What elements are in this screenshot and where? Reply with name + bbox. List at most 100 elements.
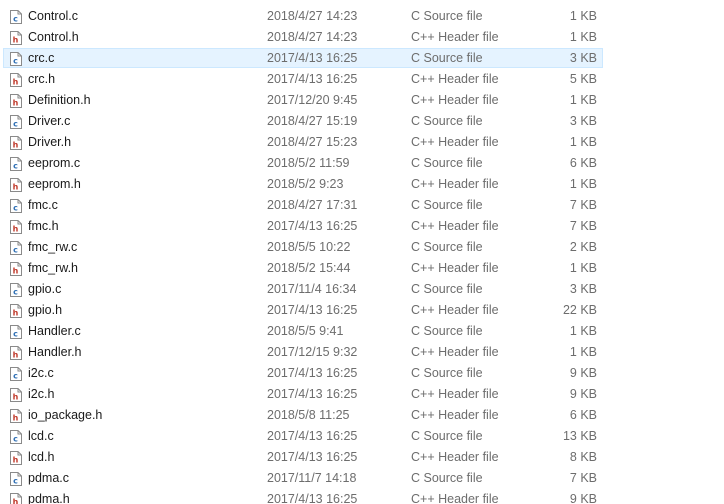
file-date-modified: 2018/5/5 10:22	[267, 240, 351, 254]
file-type: C++ Header file	[411, 261, 499, 275]
file-type: C Source file	[411, 324, 483, 338]
file-row[interactable]: h io_package.h 2018/5/8 11:25 C++ Header fi…	[3, 405, 603, 425]
header-file-icon: h	[10, 136, 22, 150]
file-date-modified: 2017/4/13 16:25	[267, 429, 358, 443]
file-date-modified: 2017/4/13 16:25	[267, 492, 358, 504]
svg-text:c: c	[13, 330, 18, 339]
file-row[interactable]: c eeprom.c 2018/5/2 11:59 C Source file 6 KB	[3, 153, 603, 173]
file-size: 22 KB	[562, 303, 597, 317]
file-date-modified: 2017/4/13 16:25	[267, 366, 358, 380]
file-row[interactable]: h crc.h 2017/4/13 16:25 C++ Header file 5 KB	[3, 69, 603, 89]
file-type: C++ Header file	[411, 387, 499, 401]
header-file-icon: h	[10, 178, 22, 192]
file-type: C Source file	[411, 282, 483, 296]
file-size: 13 KB	[562, 429, 597, 443]
file-row[interactable]: c Control.c 2018/4/27 14:23 C Source file 1 …	[3, 6, 603, 26]
svg-text:h: h	[13, 225, 19, 234]
svg-text:c: c	[13, 372, 18, 381]
c-source-file-icon: c	[10, 10, 22, 24]
file-row[interactable]: h Control.h 2018/4/27 14:23 C++ Header file…	[3, 27, 603, 47]
file-row[interactable]: h Driver.h 2018/4/27 15:23 C++ Header file 1…	[3, 132, 603, 152]
file-row[interactable]: c Handler.c 2018/5/5 9:41 C Source file 1 KB	[3, 321, 603, 341]
file-name: lcd.h	[28, 450, 55, 464]
c-source-file-icon: c	[10, 52, 22, 66]
file-name: fmc_rw.c	[28, 240, 78, 254]
file-name: i2c.h	[28, 387, 55, 401]
file-row[interactable]: h gpio.h 2017/4/13 16:25 C++ Header file 22 …	[3, 300, 603, 320]
file-name: lcd.c	[28, 429, 54, 443]
svg-text:h: h	[13, 183, 19, 192]
file-row[interactable]: h lcd.h 2017/4/13 16:25 C++ Header file 8 KB	[3, 447, 603, 467]
file-row[interactable]: c pdma.c 2017/11/7 14:18 C Source file 7 KB	[3, 468, 603, 488]
file-type: C++ Header file	[411, 30, 499, 44]
header-file-icon: h	[10, 451, 22, 465]
file-date-modified: 2017/4/13 16:25	[267, 303, 358, 317]
c-source-file-icon: c	[10, 283, 22, 297]
file-name: crc.h	[28, 72, 56, 86]
file-name: Control.h	[28, 30, 79, 44]
file-list: c Control.c 2018/4/27 14:23 C Source file 1 …	[0, 0, 724, 504]
file-size: 7 KB	[569, 198, 597, 212]
file-size: 7 KB	[569, 471, 597, 485]
header-file-icon: h	[10, 73, 22, 87]
svg-text:h: h	[13, 141, 19, 150]
file-size: 8 KB	[569, 450, 597, 464]
file-name: fmc_rw.h	[28, 261, 79, 275]
file-size: 9 KB	[569, 366, 597, 380]
svg-text:h: h	[13, 309, 19, 318]
c-source-file-icon: c	[10, 472, 22, 486]
file-type: C++ Header file	[411, 93, 499, 107]
file-date-modified: 2017/4/13 16:25	[267, 387, 358, 401]
file-name: eeprom.c	[28, 156, 81, 170]
svg-text:h: h	[13, 36, 19, 45]
file-type: C++ Header file	[411, 303, 499, 317]
file-type: C++ Header file	[411, 450, 499, 464]
svg-text:c: c	[13, 120, 18, 129]
file-type: C++ Header file	[411, 219, 499, 233]
file-row[interactable]: c fmc.c 2018/4/27 17:31 C Source file 7 KB	[3, 195, 603, 215]
file-size: 6 KB	[569, 156, 597, 170]
c-source-file-icon: c	[10, 325, 22, 339]
file-date-modified: 2017/4/13 16:25	[267, 51, 358, 65]
svg-text:h: h	[13, 414, 19, 423]
file-row[interactable]: h Handler.h 2017/12/15 9:32 C++ Header file…	[3, 342, 603, 362]
file-size: 3 KB	[569, 282, 597, 296]
file-row[interactable]: h Definition.h 2017/12/20 9:45 C++ Header f…	[3, 90, 603, 110]
file-type: C Source file	[411, 51, 483, 65]
file-row[interactable]: h pdma.h 2017/4/13 16:25 C++ Header file 9 K…	[3, 489, 603, 504]
file-row[interactable]: h i2c.h 2017/4/13 16:25 C++ Header file 9 KB	[3, 384, 603, 404]
svg-text:h: h	[13, 99, 19, 108]
file-date-modified: 2018/4/27 15:23	[267, 135, 358, 149]
header-file-icon: h	[10, 493, 22, 504]
file-name: Driver.h	[28, 135, 72, 149]
file-name: Driver.c	[28, 114, 71, 128]
file-row[interactable]: c Driver.c 2018/4/27 15:19 C Source file 3 K…	[3, 111, 603, 131]
file-row[interactable]: c crc.c 2017/4/13 16:25 C Source file 3 KB	[3, 48, 603, 68]
file-type: C++ Header file	[411, 135, 499, 149]
file-row[interactable]: h eeprom.h 2018/5/2 9:23 C++ Header file 1 K…	[3, 174, 603, 194]
c-source-file-icon: c	[10, 367, 22, 381]
file-row[interactable]: c fmc_rw.c 2018/5/5 10:22 C Source file 2 KB	[3, 237, 603, 257]
file-date-modified: 2018/4/27 17:31	[267, 198, 358, 212]
svg-text:h: h	[13, 78, 19, 87]
file-row[interactable]: h fmc_rw.h 2018/5/2 15:44 C++ Header file 1 …	[3, 258, 603, 278]
file-row[interactable]: c gpio.c 2017/11/4 16:34 C Source file 3 KB	[3, 279, 603, 299]
c-source-file-icon: c	[10, 199, 22, 213]
header-file-icon: h	[10, 262, 22, 276]
file-size: 1 KB	[569, 9, 597, 23]
header-file-icon: h	[10, 304, 22, 318]
file-name: Definition.h	[28, 93, 91, 107]
svg-text:h: h	[13, 498, 19, 504]
header-file-icon: h	[10, 31, 22, 45]
c-source-file-icon: c	[10, 157, 22, 171]
c-source-file-icon: c	[10, 430, 22, 444]
file-date-modified: 2017/4/13 16:25	[267, 450, 358, 464]
svg-text:c: c	[13, 57, 18, 66]
file-date-modified: 2017/12/15 9:32	[267, 345, 358, 359]
svg-text:c: c	[13, 246, 18, 255]
svg-text:h: h	[13, 267, 19, 276]
file-row[interactable]: c lcd.c 2017/4/13 16:25 C Source file 13 KB	[3, 426, 603, 446]
file-type: C++ Header file	[411, 177, 499, 191]
file-row[interactable]: h fmc.h 2017/4/13 16:25 C++ Header file 7 KB	[3, 216, 603, 236]
file-row[interactable]: c i2c.c 2017/4/13 16:25 C Source file 9 KB	[3, 363, 603, 383]
